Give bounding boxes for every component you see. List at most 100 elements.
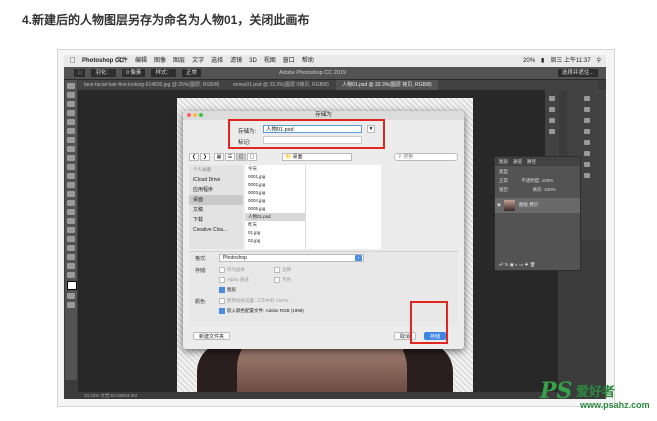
close-dot-icon[interactable]	[187, 113, 191, 117]
mask-icon[interactable]: ▣	[510, 262, 514, 267]
select-mask-button[interactable]: 选择并遮住...	[557, 69, 598, 77]
apple-icon[interactable]: 	[70, 55, 76, 67]
tab-paths[interactable]: 路径	[527, 157, 536, 166]
layer-kind-filter[interactable]: 类型	[499, 169, 508, 174]
color-panel-icon[interactable]	[584, 96, 590, 101]
file-item[interactable]: 0001.jpg	[245, 173, 305, 181]
pen-tool-icon[interactable]	[67, 218, 75, 224]
path-select-tool-icon[interactable]	[67, 236, 75, 242]
search-field[interactable]: ⚲ 搜索	[394, 153, 458, 161]
zoom-tool-icon[interactable]	[67, 263, 75, 269]
icon-view-icon[interactable]: ▦	[214, 153, 224, 161]
eye-icon[interactable]: ◉	[497, 202, 501, 208]
menu-type[interactable]: 文字	[192, 55, 204, 67]
link-layers-icon[interactable]: ☍	[499, 262, 504, 267]
file-item[interactable]: 0005.jpg	[245, 205, 305, 213]
battery-icon[interactable]: ▮	[541, 55, 544, 67]
clock[interactable]: 周三 上午11:37	[550, 55, 590, 67]
frame-tool-icon[interactable]	[67, 128, 75, 134]
crop-tool-icon[interactable]	[67, 119, 75, 125]
file-item[interactable]: 0004.jpg	[245, 197, 305, 205]
format-select[interactable]: Photoshop	[219, 254, 364, 262]
sidebar-item-desktop[interactable]: 桌面	[189, 195, 243, 205]
brush-tool-icon[interactable]	[67, 155, 75, 161]
adjustment-layer-icon[interactable]: ◐	[515, 262, 518, 267]
properties-panel-icon[interactable]	[549, 107, 555, 112]
history-brush-icon[interactable]	[67, 173, 75, 179]
sidebar-item-apps[interactable]: 应用程序	[189, 185, 243, 195]
icc-checkbox[interactable]: 嵌入颜色配置文件: Adobe RGB (1998)	[219, 308, 304, 314]
menu-edit[interactable]: 编辑	[135, 55, 147, 67]
eyedropper-tool-icon[interactable]	[67, 137, 75, 143]
location-select[interactable]: 📁 桌面	[282, 153, 352, 161]
gradient-tool-icon[interactable]	[67, 191, 75, 197]
zoom-dot-icon[interactable]	[199, 113, 203, 117]
back-icon[interactable]: ❮	[189, 153, 199, 161]
dodge-tool-icon[interactable]	[67, 209, 75, 215]
healing-tool-icon[interactable]	[67, 146, 75, 152]
more-tools-icon[interactable]	[67, 272, 75, 278]
list-view-icon[interactable]: ☰	[225, 153, 235, 161]
type-tool-icon[interactable]	[67, 227, 75, 233]
sidebar-item-icloud[interactable]: iCloud Drive	[189, 175, 243, 185]
menu-3d[interactable]: 3D	[249, 55, 257, 67]
tab-face[interactable]: face-facial-hair-fine-looking-614830.jpg…	[78, 80, 225, 90]
new-layer-icon[interactable]: ✚	[525, 262, 529, 267]
file-item[interactable]: 02.jpg	[245, 237, 305, 245]
paths-panel-icon[interactable]	[584, 173, 590, 178]
adjust-panel-icon[interactable]	[549, 118, 555, 123]
quick-mask-icon[interactable]	[67, 293, 75, 299]
libraries-panel-icon[interactable]	[584, 129, 590, 134]
menu-view[interactable]: 视图	[264, 55, 276, 67]
notes-checkbox[interactable]: 注释	[274, 267, 291, 273]
screen-mode-icon[interactable]	[67, 302, 75, 308]
move-tool-icon[interactable]	[67, 83, 75, 89]
menu-window[interactable]: 窗口	[283, 55, 295, 67]
tab-channels[interactable]: 通道	[513, 157, 522, 166]
adjustments-panel-icon[interactable]	[584, 140, 590, 145]
feather-input[interactable]: 0 像素	[121, 69, 146, 77]
opacity-input[interactable]: 100%	[542, 178, 554, 183]
new-folder-button[interactable]: 新建文件夹	[193, 332, 231, 340]
history-panel-icon[interactable]	[549, 96, 555, 101]
eraser-tool-icon[interactable]	[67, 182, 75, 188]
marquee-icon[interactable]: □	[74, 69, 86, 77]
file-item-selected[interactable]: 人物01.psd	[245, 213, 305, 221]
layer-name[interactable]: 图层 拷贝	[519, 202, 538, 208]
fx-icon[interactable]: fx	[505, 262, 509, 267]
sidebar-item-downloads[interactable]: 下载	[189, 215, 243, 225]
spot-checkbox[interactable]: 专色	[274, 277, 291, 283]
trash-icon[interactable]: 🗑	[530, 262, 536, 267]
stamp-tool-icon[interactable]	[67, 164, 75, 170]
sidebar-item-creative-cloud[interactable]: Creative Clou...	[189, 225, 243, 235]
shape-tool-icon[interactable]	[67, 245, 75, 251]
alpha-checkbox[interactable]: Alpha 通道	[219, 277, 249, 283]
hand-tool-icon[interactable]	[67, 254, 75, 260]
marquee-tool-icon[interactable]	[67, 92, 75, 98]
file-item[interactable]: 0002.jpg	[245, 181, 305, 189]
proof-checkbox[interactable]: 使用校样设置: 工作中的 CMYK	[219, 298, 289, 304]
tab-renwu01[interactable]: renwu01.psd @ 33.3%(图层 0拷贝, RGB/8)	[227, 80, 335, 90]
minimize-dot-icon[interactable]	[193, 113, 197, 117]
swatches-panel-icon[interactable]	[584, 107, 590, 112]
layers-panel-icon[interactable]	[584, 151, 590, 156]
file-item[interactable]: 01.jpg	[245, 229, 305, 237]
menu-help[interactable]: 帮助	[302, 55, 314, 67]
brush-panel-icon[interactable]	[549, 129, 555, 134]
tab-renwu-active[interactable]: 人物01.psd @ 33.3%(图层 拷贝, RGB/8)	[336, 80, 438, 90]
color-swatch-icon[interactable]	[67, 281, 77, 290]
search-icon[interactable]: ⚲	[597, 55, 601, 67]
fill-input[interactable]: 100%	[544, 187, 556, 192]
forward-icon[interactable]: ❯	[200, 153, 210, 161]
menu-filter[interactable]: 滤镜	[230, 55, 242, 67]
blur-tool-icon[interactable]	[67, 200, 75, 206]
layers-checkbox[interactable]: 图层	[219, 287, 236, 293]
layer-row[interactable]: ◉ 图层 拷贝	[495, 198, 580, 213]
blend-mode-select[interactable]: 正常	[499, 178, 508, 183]
menu-select[interactable]: 选择	[211, 55, 223, 67]
tab-layers[interactable]: 图层	[499, 157, 508, 166]
format-chevron-icon[interactable]: ↕	[355, 255, 362, 261]
copy-checkbox[interactable]: 作为副本	[219, 267, 245, 273]
menu-image[interactable]: 图像	[154, 55, 166, 67]
gallery-view-icon[interactable]: ▢	[247, 153, 257, 161]
